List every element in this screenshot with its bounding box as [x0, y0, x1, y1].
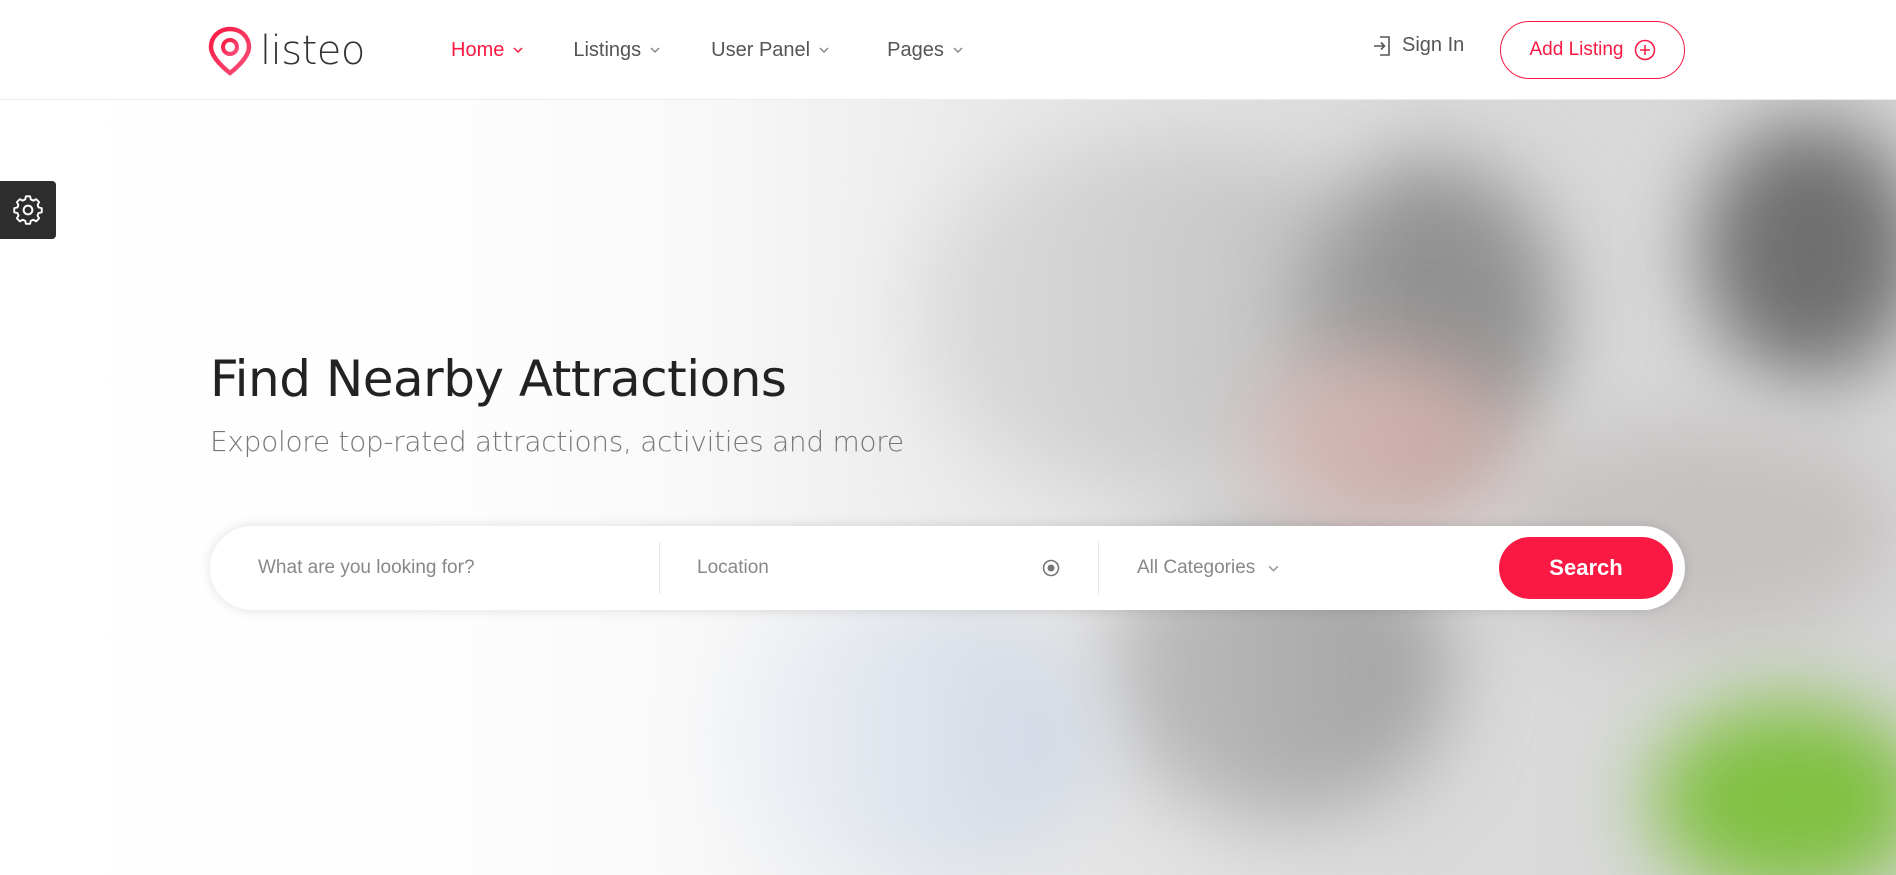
nav-item-user-panel[interactable]: User Panel [711, 34, 830, 66]
chevron-down-icon [953, 47, 963, 54]
nav-item-pages[interactable]: Pages [887, 34, 964, 66]
plus-circle-icon [1634, 39, 1655, 61]
sign-in-label: Sign In [1402, 34, 1465, 56]
main-nav: Home Listings User Panel Pages [451, 34, 964, 66]
target-icon[interactable] [1042, 559, 1060, 577]
nav-item-label: Home [451, 38, 505, 61]
search-button[interactable]: Search [1499, 537, 1673, 599]
divider [1098, 542, 1099, 594]
sign-in-icon [1374, 35, 1390, 56]
chevron-down-icon [513, 47, 523, 54]
search-bar: All Categories Search [210, 526, 1685, 610]
category-selected: All Categories [1137, 557, 1256, 578]
search-keyword-field[interactable] [258, 526, 638, 610]
nav-item-label: Pages [887, 38, 944, 61]
settings-button[interactable] [0, 181, 56, 239]
search-input[interactable] [258, 557, 638, 579]
hero-subtitle: Expolore top-rated attractions, activiti… [210, 425, 904, 458]
chevron-down-icon [1268, 565, 1279, 572]
site-header: listeo Home Listings User Panel Pages Si… [0, 0, 1896, 100]
nav-item-label: Listings [573, 38, 642, 61]
nav-item-listings[interactable]: Listings [573, 34, 661, 66]
hero-overlay [0, 100, 1896, 875]
map-pin-icon [208, 26, 252, 76]
chevron-down-icon [819, 47, 829, 54]
logo-text: listeo [260, 28, 365, 74]
add-listing-button[interactable]: Add Listing [1500, 21, 1685, 79]
logo[interactable]: listeo [208, 26, 365, 76]
add-listing-label: Add Listing [1529, 39, 1624, 60]
nav-item-home[interactable]: Home [451, 34, 524, 66]
hero-title: Find Nearby Attractions [210, 350, 787, 408]
sign-in-link[interactable]: Sign In [1372, 34, 1464, 57]
divider [659, 542, 660, 594]
location-input[interactable] [697, 557, 1097, 579]
chevron-down-icon [650, 47, 660, 54]
nav-item-label: User Panel [711, 38, 811, 61]
location-field[interactable] [697, 526, 1097, 610]
gear-icon [13, 195, 43, 225]
category-select[interactable]: All Categories [1137, 526, 1437, 610]
hero-section: Find Nearby Attractions Expolore top-rat… [0, 100, 1896, 875]
